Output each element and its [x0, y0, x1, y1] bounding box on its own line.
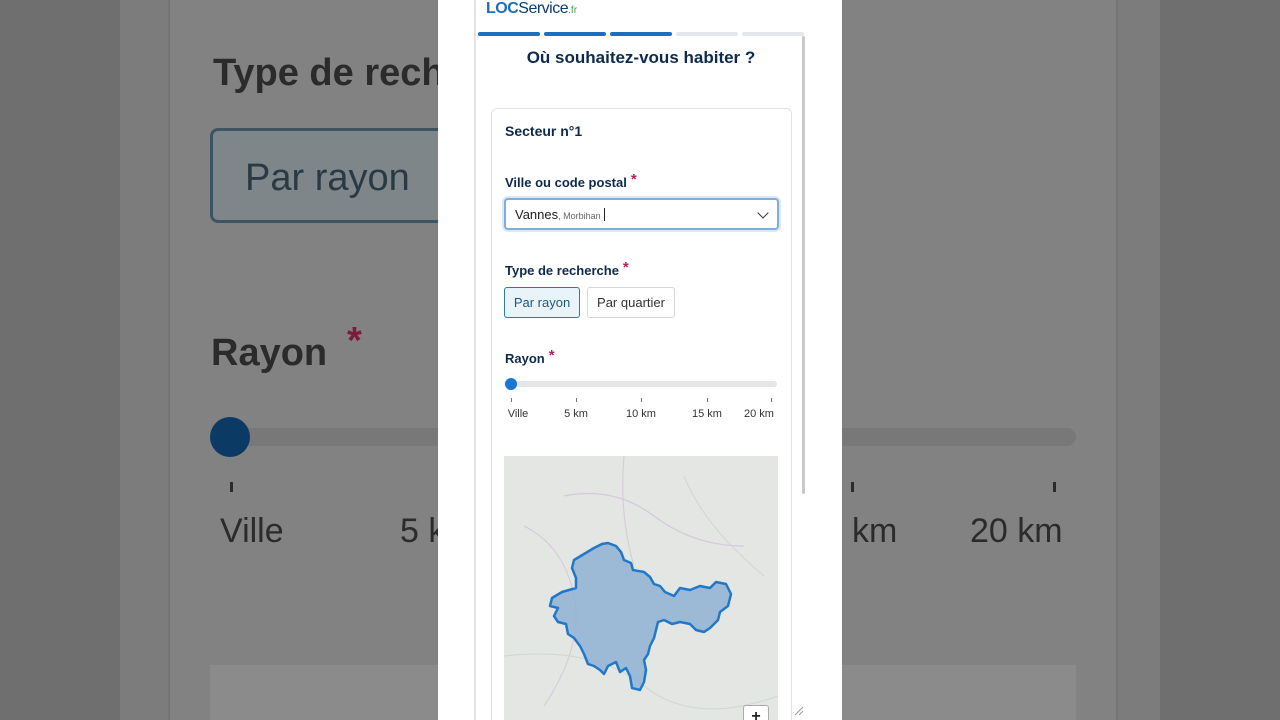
- progress-step: [610, 32, 672, 36]
- radius-tick: [771, 398, 772, 402]
- background-required-mark: *: [347, 320, 362, 362]
- radius-label-text: Rayon: [505, 351, 545, 366]
- radius-tick-label[interactable]: Ville: [508, 408, 529, 420]
- radius-tick-label[interactable]: 5 km: [564, 408, 588, 420]
- background-slider-thumb: [210, 417, 250, 457]
- progress-step: [676, 32, 738, 36]
- background-button: Par rayon: [210, 128, 470, 223]
- map-canvas: [504, 456, 778, 720]
- city-label: Ville ou code postal *: [505, 171, 637, 191]
- phone-screen: LOCService.fr Où souhaitez-vous habiter …: [438, 0, 842, 720]
- sector-card: Secteur n°1 Ville ou code postal * Vannes…: [491, 108, 792, 720]
- progress-step: [544, 32, 606, 36]
- radius-tick-label[interactable]: 20 km: [744, 408, 774, 420]
- screen-edge: [474, 0, 476, 720]
- background-tick-label: Ville: [220, 512, 284, 550]
- search-type-label-text: Type de recherche: [505, 263, 619, 278]
- city-department: , Morbihan: [558, 211, 601, 221]
- background-rayon-label: Rayon: [211, 332, 328, 374]
- search-type-label: Type de recherche *: [505, 259, 629, 279]
- resize-handle-icon[interactable]: [792, 704, 804, 716]
- radius-tick-label[interactable]: 10 km: [626, 408, 656, 420]
- chevron-down-icon[interactable]: [757, 207, 769, 219]
- background-tick: [851, 482, 854, 492]
- background-side-left: [0, 0, 120, 720]
- city-name: Vannes: [515, 207, 559, 222]
- background-tick: [230, 482, 233, 492]
- city-select[interactable]: Vannes, Morbihan: [504, 198, 779, 230]
- background-button-label: Par rayon: [245, 157, 410, 199]
- zoom-in-button[interactable]: +: [743, 705, 769, 720]
- radius-label: Rayon *: [505, 347, 555, 367]
- background-side-right: [1160, 0, 1280, 720]
- progress-step: [742, 32, 804, 36]
- required-mark: *: [548, 347, 555, 364]
- required-mark: *: [630, 171, 637, 188]
- sector-heading: Secteur n°1: [505, 123, 583, 139]
- scrollbar[interactable]: [802, 36, 805, 494]
- radius-slider[interactable]: [504, 378, 779, 390]
- slider-thumb[interactable]: [505, 378, 517, 390]
- logo-service: Service: [518, 0, 569, 17]
- logo-loc: LOC: [486, 0, 519, 17]
- locservice-logo[interactable]: LOCService.fr: [486, 0, 577, 18]
- radius-tick: [576, 398, 577, 402]
- par-quartier-button[interactable]: Par quartier: [587, 287, 675, 318]
- step-progress: [478, 32, 804, 36]
- city-value: Vannes, Morbihan: [515, 207, 605, 222]
- par-rayon-button[interactable]: Par rayon: [504, 287, 580, 318]
- city-label-text: Ville ou code postal: [505, 175, 627, 190]
- logo-tld: .fr: [568, 5, 578, 16]
- page-title: Où souhaitez-vous habiter ?: [526, 48, 756, 67]
- slider-track[interactable]: [504, 381, 777, 387]
- background-heading: Type de rech: [213, 52, 445, 94]
- required-mark: *: [622, 259, 629, 276]
- background-tick-label: 20 km: [970, 512, 1063, 550]
- radius-tick: [511, 398, 512, 402]
- background-tick-label: km: [852, 512, 898, 550]
- radius-tick: [707, 398, 708, 402]
- radius-tick: [641, 398, 642, 402]
- map-view[interactable]: +: [504, 456, 778, 720]
- text-caret: [603, 208, 605, 221]
- radius-tick-label[interactable]: 15 km: [692, 408, 722, 420]
- progress-step: [478, 32, 540, 36]
- background-tick: [1053, 482, 1056, 492]
